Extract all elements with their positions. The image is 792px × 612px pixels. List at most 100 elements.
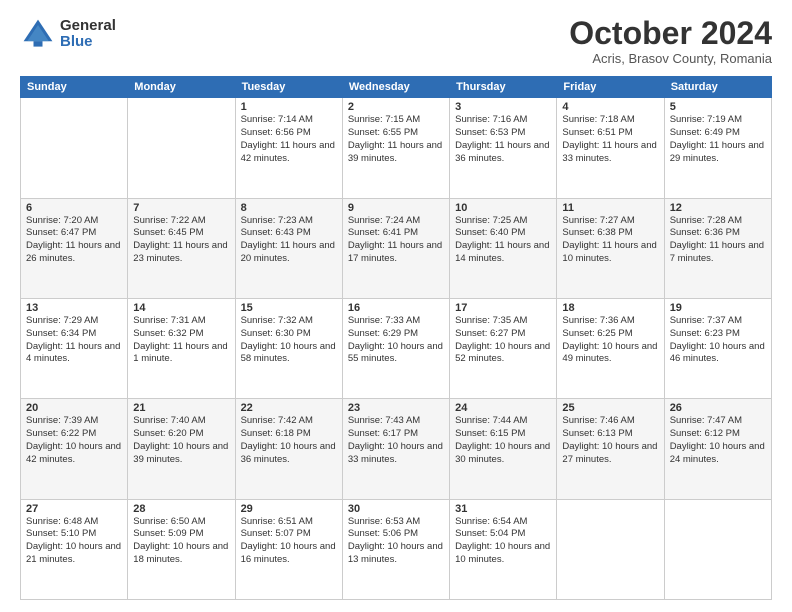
day-info: Sunrise: 7:16 AMSunset: 6:53 PMDaylight:… xyxy=(455,114,551,165)
day-number: 23 xyxy=(348,402,444,414)
day-number: 14 xyxy=(133,302,229,314)
calendar-cell: 30Sunrise: 6:53 AMSunset: 5:06 PMDayligh… xyxy=(342,499,449,599)
day-number: 15 xyxy=(241,302,337,314)
day-info: Sunrise: 7:15 AMSunset: 6:55 PMDaylight:… xyxy=(348,114,444,165)
day-info: Sunrise: 7:31 AMSunset: 6:32 PMDaylight:… xyxy=(133,315,229,366)
day-number: 18 xyxy=(562,302,658,314)
calendar-cell: 9Sunrise: 7:24 AMSunset: 6:41 PMDaylight… xyxy=(342,198,449,298)
weekday-header: Wednesday xyxy=(342,77,449,98)
day-number: 6 xyxy=(26,202,122,214)
calendar-week-row: 13Sunrise: 7:29 AMSunset: 6:34 PMDayligh… xyxy=(21,298,772,398)
day-info: Sunrise: 6:51 AMSunset: 5:07 PMDaylight:… xyxy=(241,516,337,567)
subtitle: Acris, Brasov County, Romania xyxy=(569,51,772,66)
day-number: 21 xyxy=(133,402,229,414)
day-number: 20 xyxy=(26,402,122,414)
day-number: 25 xyxy=(562,402,658,414)
header: General Blue October 2024 Acris, Brasov … xyxy=(20,16,772,66)
day-number: 3 xyxy=(455,101,551,113)
day-number: 24 xyxy=(455,402,551,414)
calendar-cell: 22Sunrise: 7:42 AMSunset: 6:18 PMDayligh… xyxy=(235,399,342,499)
calendar-week-row: 1Sunrise: 7:14 AMSunset: 6:56 PMDaylight… xyxy=(21,98,772,198)
calendar-week-row: 20Sunrise: 7:39 AMSunset: 6:22 PMDayligh… xyxy=(21,399,772,499)
calendar-cell: 18Sunrise: 7:36 AMSunset: 6:25 PMDayligh… xyxy=(557,298,664,398)
day-info: Sunrise: 7:47 AMSunset: 6:12 PMDaylight:… xyxy=(670,415,766,466)
weekday-header: Tuesday xyxy=(235,77,342,98)
day-number: 28 xyxy=(133,503,229,515)
calendar-cell: 14Sunrise: 7:31 AMSunset: 6:32 PMDayligh… xyxy=(128,298,235,398)
day-number: 9 xyxy=(348,202,444,214)
weekday-header: Saturday xyxy=(664,77,771,98)
logo-icon xyxy=(20,16,56,52)
day-number: 26 xyxy=(670,402,766,414)
day-info: Sunrise: 7:20 AMSunset: 6:47 PMDaylight:… xyxy=(26,215,122,266)
day-info: Sunrise: 7:14 AMSunset: 6:56 PMDaylight:… xyxy=(241,114,337,165)
logo-general-text: General xyxy=(60,18,116,35)
day-info: Sunrise: 7:27 AMSunset: 6:38 PMDaylight:… xyxy=(562,215,658,266)
calendar-week-row: 6Sunrise: 7:20 AMSunset: 6:47 PMDaylight… xyxy=(21,198,772,298)
weekday-header: Monday xyxy=(128,77,235,98)
calendar-cell: 23Sunrise: 7:43 AMSunset: 6:17 PMDayligh… xyxy=(342,399,449,499)
day-info: Sunrise: 7:43 AMSunset: 6:17 PMDaylight:… xyxy=(348,415,444,466)
weekday-header: Friday xyxy=(557,77,664,98)
day-number: 11 xyxy=(562,202,658,214)
month-title: October 2024 xyxy=(569,16,772,51)
day-number: 19 xyxy=(670,302,766,314)
logo-blue-text: Blue xyxy=(60,34,116,51)
day-number: 10 xyxy=(455,202,551,214)
day-info: Sunrise: 7:28 AMSunset: 6:36 PMDaylight:… xyxy=(670,215,766,266)
calendar-cell: 28Sunrise: 6:50 AMSunset: 5:09 PMDayligh… xyxy=(128,499,235,599)
page: General Blue October 2024 Acris, Brasov … xyxy=(0,0,792,612)
calendar-cell: 24Sunrise: 7:44 AMSunset: 6:15 PMDayligh… xyxy=(450,399,557,499)
day-info: Sunrise: 6:48 AMSunset: 5:10 PMDaylight:… xyxy=(26,516,122,567)
day-info: Sunrise: 7:32 AMSunset: 6:30 PMDaylight:… xyxy=(241,315,337,366)
calendar-cell: 7Sunrise: 7:22 AMSunset: 6:45 PMDaylight… xyxy=(128,198,235,298)
calendar-cell xyxy=(21,98,128,198)
day-number: 22 xyxy=(241,402,337,414)
calendar-cell xyxy=(128,98,235,198)
calendar-cell: 29Sunrise: 6:51 AMSunset: 5:07 PMDayligh… xyxy=(235,499,342,599)
weekday-header: Sunday xyxy=(21,77,128,98)
day-number: 2 xyxy=(348,101,444,113)
day-info: Sunrise: 7:39 AMSunset: 6:22 PMDaylight:… xyxy=(26,415,122,466)
day-number: 4 xyxy=(562,101,658,113)
day-info: Sunrise: 6:50 AMSunset: 5:09 PMDaylight:… xyxy=(133,516,229,567)
day-info: Sunrise: 7:23 AMSunset: 6:43 PMDaylight:… xyxy=(241,215,337,266)
day-info: Sunrise: 7:22 AMSunset: 6:45 PMDaylight:… xyxy=(133,215,229,266)
day-info: Sunrise: 7:36 AMSunset: 6:25 PMDaylight:… xyxy=(562,315,658,366)
calendar-cell: 15Sunrise: 7:32 AMSunset: 6:30 PMDayligh… xyxy=(235,298,342,398)
calendar-cell: 5Sunrise: 7:19 AMSunset: 6:49 PMDaylight… xyxy=(664,98,771,198)
day-number: 8 xyxy=(241,202,337,214)
day-info: Sunrise: 7:37 AMSunset: 6:23 PMDaylight:… xyxy=(670,315,766,366)
day-number: 12 xyxy=(670,202,766,214)
day-number: 5 xyxy=(670,101,766,113)
calendar-cell: 8Sunrise: 7:23 AMSunset: 6:43 PMDaylight… xyxy=(235,198,342,298)
day-info: Sunrise: 7:35 AMSunset: 6:27 PMDaylight:… xyxy=(455,315,551,366)
day-number: 31 xyxy=(455,503,551,515)
calendar: SundayMondayTuesdayWednesdayThursdayFrid… xyxy=(20,76,772,600)
logo: General Blue xyxy=(20,16,116,52)
calendar-header-row: SundayMondayTuesdayWednesdayThursdayFrid… xyxy=(21,77,772,98)
calendar-cell xyxy=(557,499,664,599)
day-number: 1 xyxy=(241,101,337,113)
day-number: 27 xyxy=(26,503,122,515)
day-number: 7 xyxy=(133,202,229,214)
calendar-cell: 27Sunrise: 6:48 AMSunset: 5:10 PMDayligh… xyxy=(21,499,128,599)
day-info: Sunrise: 7:24 AMSunset: 6:41 PMDaylight:… xyxy=(348,215,444,266)
logo-text: General Blue xyxy=(60,18,116,51)
calendar-cell: 19Sunrise: 7:37 AMSunset: 6:23 PMDayligh… xyxy=(664,298,771,398)
day-number: 16 xyxy=(348,302,444,314)
calendar-cell: 17Sunrise: 7:35 AMSunset: 6:27 PMDayligh… xyxy=(450,298,557,398)
day-info: Sunrise: 7:44 AMSunset: 6:15 PMDaylight:… xyxy=(455,415,551,466)
calendar-cell: 11Sunrise: 7:27 AMSunset: 6:38 PMDayligh… xyxy=(557,198,664,298)
calendar-cell: 21Sunrise: 7:40 AMSunset: 6:20 PMDayligh… xyxy=(128,399,235,499)
day-number: 13 xyxy=(26,302,122,314)
day-info: Sunrise: 6:53 AMSunset: 5:06 PMDaylight:… xyxy=(348,516,444,567)
calendar-cell: 26Sunrise: 7:47 AMSunset: 6:12 PMDayligh… xyxy=(664,399,771,499)
calendar-cell: 4Sunrise: 7:18 AMSunset: 6:51 PMDaylight… xyxy=(557,98,664,198)
day-info: Sunrise: 7:40 AMSunset: 6:20 PMDaylight:… xyxy=(133,415,229,466)
calendar-cell: 25Sunrise: 7:46 AMSunset: 6:13 PMDayligh… xyxy=(557,399,664,499)
day-info: Sunrise: 7:19 AMSunset: 6:49 PMDaylight:… xyxy=(670,114,766,165)
day-info: Sunrise: 7:18 AMSunset: 6:51 PMDaylight:… xyxy=(562,114,658,165)
calendar-week-row: 27Sunrise: 6:48 AMSunset: 5:10 PMDayligh… xyxy=(21,499,772,599)
day-info: Sunrise: 7:33 AMSunset: 6:29 PMDaylight:… xyxy=(348,315,444,366)
